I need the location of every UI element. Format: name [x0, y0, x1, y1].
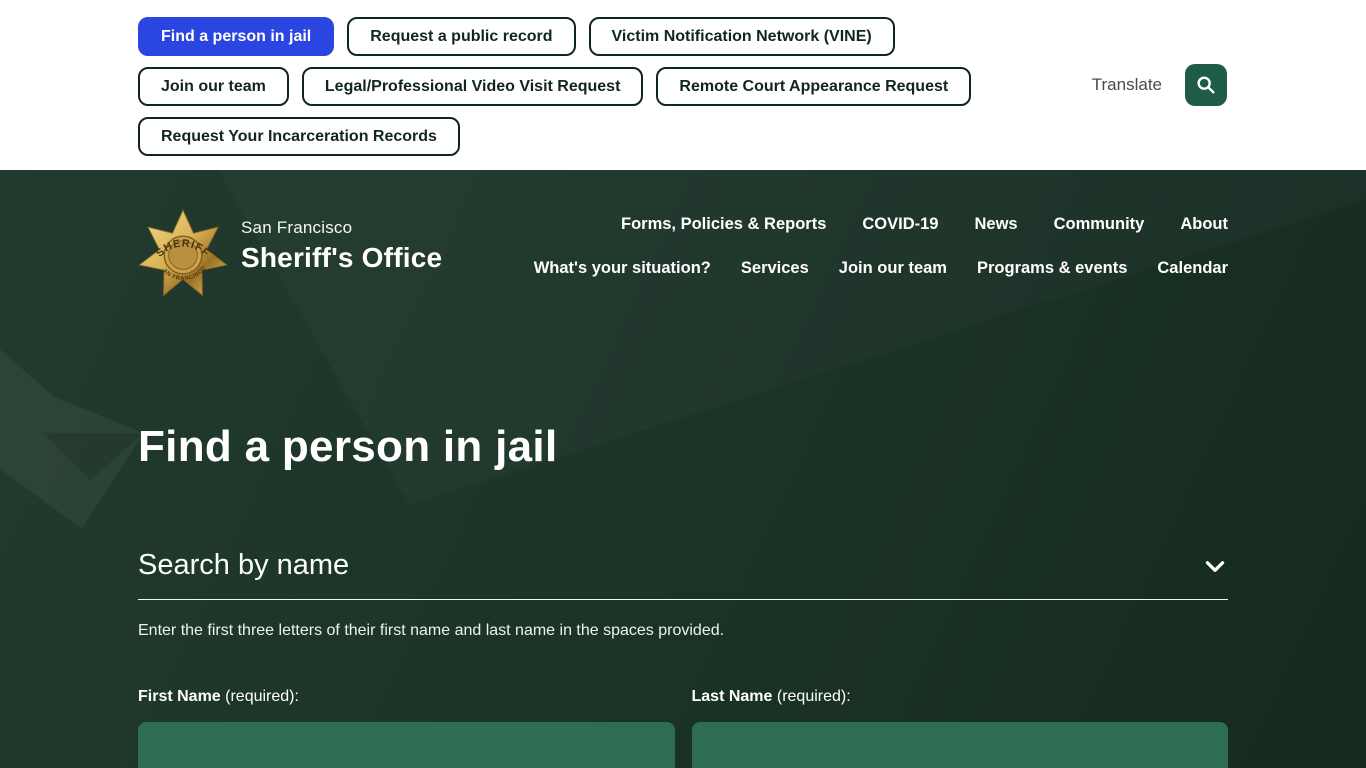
last-name-field-group: Last Name (required): [691, 688, 1228, 768]
search-instructions: Enter the first three letters of their f… [138, 622, 725, 639]
search-icon [1195, 74, 1217, 96]
translate-link[interactable]: Translate [1092, 75, 1162, 95]
name-search-form: First Name (required): Last Name (requir… [138, 688, 1228, 768]
quick-link-find-person-in-jail[interactable]: Find a person in jail [138, 17, 335, 56]
last-name-label-suffix: (required): [772, 688, 851, 705]
nav-covid-19[interactable]: COVID-19 [862, 215, 938, 234]
chevron-down-icon [1202, 553, 1228, 579]
quick-link-video-visit-request[interactable]: Legal/Professional Video Visit Request [301, 67, 644, 106]
quick-link-join-our-team[interactable]: Join our team [138, 67, 289, 106]
nav-calendar[interactable]: Calendar [1157, 259, 1228, 278]
section-title: Search by name [138, 549, 350, 581]
main-nav: Forms, Policies & Reports COVID-19 News … [534, 215, 1228, 278]
first-name-label-suffix: (required): [220, 688, 299, 705]
first-name-label-bold: First Name [138, 688, 221, 705]
brand-name: Sheriff's Office [241, 242, 443, 273]
first-name-label: First Name (required): [138, 688, 299, 705]
first-name-input[interactable] [138, 722, 675, 768]
quick-link-incarceration-records[interactable]: Request Your Incarceration Records [138, 117, 460, 156]
last-name-label: Last Name (required): [692, 688, 851, 705]
header-utility-group: Translate [1092, 64, 1227, 106]
quick-link-vine[interactable]: Victim Notification Network (VINE) [588, 17, 895, 56]
search-button[interactable] [1185, 64, 1227, 106]
page-title: Find a person in jail [138, 422, 558, 471]
search-by-name-accordion-header[interactable]: Search by name [138, 549, 1228, 582]
nav-services[interactable]: Services [741, 259, 809, 278]
last-name-label-bold: Last Name [691, 688, 773, 705]
nav-news[interactable]: News [974, 215, 1017, 234]
brand-city: San Francisco [241, 218, 353, 237]
main-nav-row-1: Forms, Policies & Reports COVID-19 News … [534, 215, 1228, 234]
sheriff-star-badge-logo: SHERIFF SAN FRANCISCO [138, 206, 228, 297]
last-name-input[interactable] [691, 722, 1228, 768]
nav-about[interactable]: About [1180, 215, 1228, 234]
nav-forms-policies-reports[interactable]: Forms, Policies & Reports [621, 215, 826, 234]
utility-header: Find a person in jail Request a public r… [0, 0, 1366, 170]
nav-join-our-team[interactable]: Join our team [839, 259, 947, 278]
search-by-name-section: Search by name Enter the first three let… [138, 549, 1228, 768]
hero-section: SHERIFF SAN FRANCISCO San Francisco Sher… [0, 170, 1366, 768]
quick-link-request-public-record[interactable]: Request a public record [347, 17, 576, 56]
section-divider [138, 599, 1228, 600]
quick-links-nav: Find a person in jail Request a public r… [138, 17, 998, 156]
brand-text: San Francisco Sheriff's Office [241, 203, 442, 274]
nav-community[interactable]: Community [1054, 215, 1145, 234]
nav-whats-your-situation[interactable]: What's your situation? [534, 259, 711, 278]
first-name-field-group: First Name (required): [138, 688, 675, 768]
quick-link-remote-court-appearance[interactable]: Remote Court Appearance Request [656, 67, 972, 106]
main-nav-row-2: What's your situation? Services Join our… [534, 259, 1228, 278]
nav-programs-events[interactable]: Programs & events [977, 259, 1127, 278]
